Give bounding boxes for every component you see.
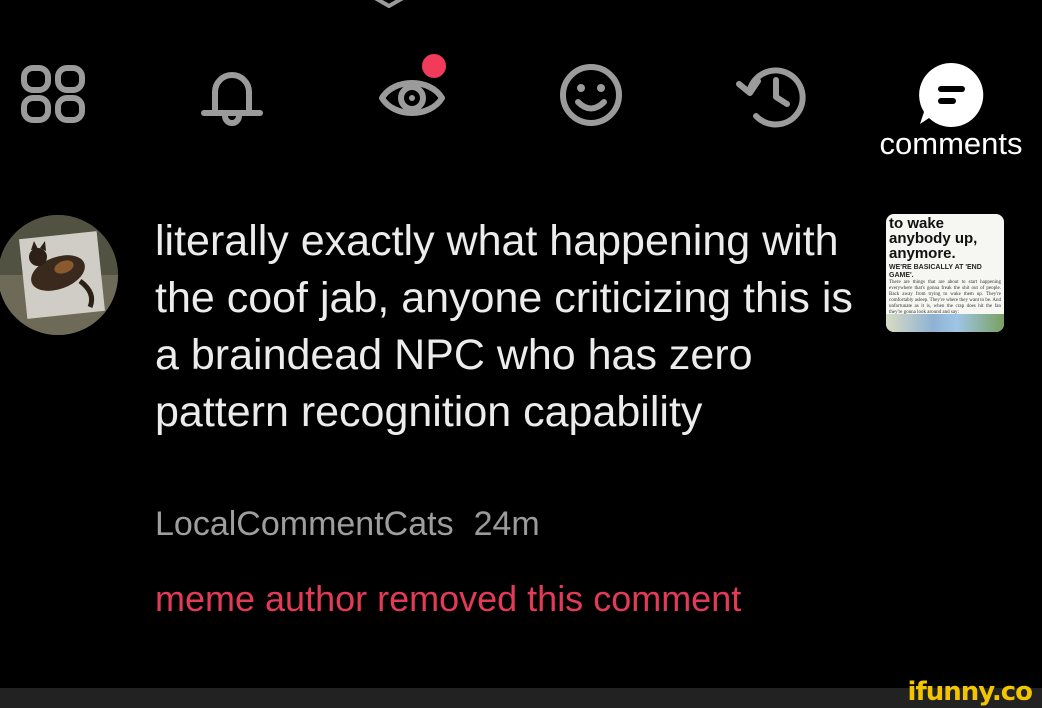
thumbnail-photo-strip (886, 314, 1004, 332)
history-icon (736, 67, 806, 128)
chevron-down-icon (374, 0, 404, 8)
comment-meta: LocalCommentCats 24m (155, 505, 540, 544)
thumbnail-headline: to wake anybody up, anymore. (889, 215, 978, 262)
history-button[interactable] (736, 60, 806, 130)
comment-text: literally exactly what happening with th… (155, 217, 853, 436)
comment-time: 24m (473, 505, 540, 543)
avatar[interactable] (0, 215, 118, 335)
thumbnail-body: There are things that are about to start… (889, 280, 1001, 315)
bell-icon (201, 72, 263, 126)
bottom-bar (0, 688, 1042, 708)
meme-thumbnail[interactable]: to wake anybody up, anymore. WE'RE BASIC… (886, 214, 1004, 332)
cat-avatar (0, 215, 118, 335)
comments-tab-label[interactable]: comments (866, 126, 1036, 162)
grid-icon (21, 65, 85, 123)
notification-badge (422, 54, 446, 78)
comment-bubble-icon (919, 62, 984, 127)
ifunny-watermark: ifunny.co (907, 677, 1033, 707)
comments-tab-button[interactable] (916, 60, 986, 130)
comment-author[interactable]: LocalCommentCats (155, 505, 454, 543)
home-grid-button[interactable] (18, 60, 88, 130)
notifications-button[interactable] (197, 60, 267, 130)
smiles-button[interactable] (556, 60, 626, 130)
smiley-icon (560, 64, 622, 126)
comment-removed-status: meme author removed this comment (155, 578, 742, 619)
thumbnail-subhead: WE'RE BASICALLY AT 'END GAME'. (889, 264, 982, 279)
